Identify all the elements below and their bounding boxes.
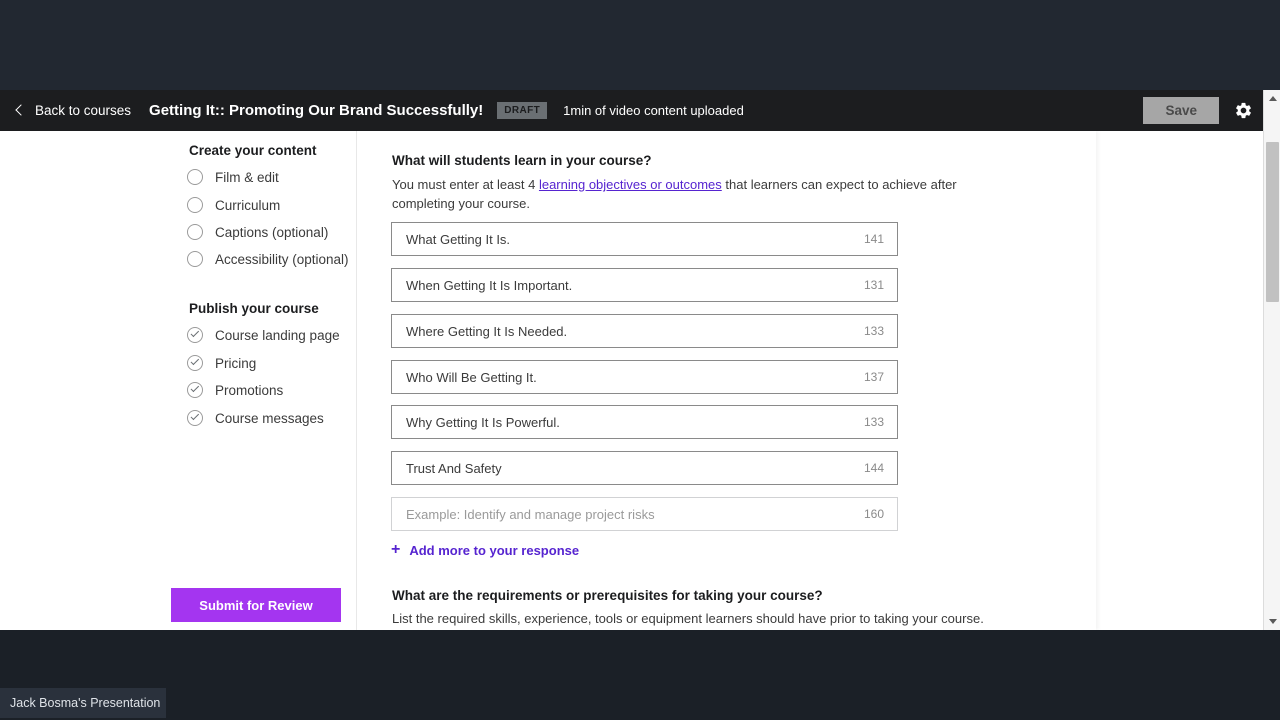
character-counter: 133 — [863, 324, 884, 338]
objective-text: Trust And Safety — [406, 460, 502, 476]
check-circle-icon — [187, 327, 203, 343]
desc-text-before: You must enter at least 4 — [392, 177, 539, 192]
save-button[interactable]: Save — [1143, 97, 1219, 124]
scrollbar-thumb[interactable] — [1266, 142, 1279, 302]
objective-text: What Getting It Is. — [406, 231, 511, 247]
scrollbar[interactable] — [1263, 90, 1280, 630]
taskbar-window-button[interactable]: Jack Bosma's Presentation — [0, 688, 166, 718]
sidebar-item-label: Captions (optional) — [215, 224, 329, 240]
sidebar-item-promotions[interactable]: Promotions — [187, 382, 283, 398]
objective-text: Where Getting It Is Needed. — [406, 323, 568, 339]
taskbar — [0, 688, 1280, 720]
sidebar-item-captions[interactable]: Captions (optional) — [187, 224, 328, 240]
sidebar-group-title-create-your-content: Create your content — [189, 143, 317, 158]
objective-input-row-empty[interactable]: Example: Identify and manage project ris… — [391, 497, 898, 531]
desktop: Back to courses Getting It:: Promoting O… — [0, 0, 1280, 720]
scroll-down-arrow-icon[interactable] — [1264, 613, 1280, 630]
character-counter: 160 — [863, 507, 884, 521]
sidebar-item-course-messages[interactable]: Course messages — [187, 410, 324, 426]
requirements-heading: What are the requirements or prerequisit… — [392, 588, 823, 603]
sidebar-item-pricing[interactable]: Pricing — [187, 355, 256, 371]
sidebar-item-label: Promotions — [215, 382, 284, 398]
back-to-courses-link[interactable]: Back to courses — [14, 103, 131, 118]
objective-text: Who Will Be Getting It. — [406, 369, 537, 385]
check-circle-icon — [187, 382, 203, 398]
page-scroll-area: Create your content Film & edit Curricul… — [0, 131, 1263, 630]
character-counter: 144 — [863, 461, 884, 475]
character-counter: 137 — [863, 370, 884, 384]
submit-for-review-button[interactable]: Submit for Review — [171, 588, 341, 622]
check-circle-icon — [187, 410, 203, 426]
course-checklist-sidebar: Create your content Film & edit Curricul… — [0, 131, 357, 630]
upload-status-text: 1min of video content uploaded — [563, 103, 744, 118]
sidebar-item-accessibility[interactable]: Accessibility (optional) — [187, 251, 349, 267]
objective-input-row[interactable]: Why Getting It Is Powerful. 133 — [391, 405, 898, 439]
circle-empty-icon — [187, 169, 203, 185]
circle-empty-icon — [187, 224, 203, 240]
course-header-bar: Back to courses Getting It:: Promoting O… — [0, 90, 1263, 131]
plus-icon: + — [391, 541, 401, 558]
sidebar-item-label: Course landing page — [215, 327, 340, 343]
content-card: Create your content Film & edit Curricul… — [0, 131, 1096, 630]
browser-viewport: Back to courses Getting It:: Promoting O… — [0, 90, 1280, 630]
sidebar-item-label: Film & edit — [215, 169, 279, 185]
page-title: Getting It:: Promoting Our Brand Success… — [149, 102, 484, 119]
objective-input-row[interactable]: Where Getting It Is Needed. 133 — [391, 314, 898, 348]
header-actions: Save — [1143, 90, 1253, 131]
character-counter: 133 — [863, 415, 884, 429]
desktop-background-top — [0, 0, 1280, 90]
objective-placeholder: Example: Identify and manage project ris… — [406, 506, 655, 522]
objective-input-row[interactable]: When Getting It Is Important. 131 — [391, 268, 898, 302]
main-content: What will students learn in your course?… — [357, 131, 1096, 630]
back-to-courses-label: Back to courses — [35, 103, 132, 118]
requirements-description: List the required skills, experience, to… — [392, 611, 984, 626]
add-more-label: Add more to your response — [409, 542, 580, 558]
learning-objectives-heading: What will students learn in your course? — [392, 153, 652, 168]
chevron-left-icon — [14, 105, 26, 117]
sidebar-item-film-edit[interactable]: Film & edit — [187, 169, 279, 185]
circle-empty-icon — [187, 197, 203, 213]
gear-icon[interactable] — [1233, 101, 1253, 121]
character-counter: 131 — [863, 278, 884, 292]
sidebar-item-label: Curriculum — [215, 197, 281, 213]
sidebar-item-course-landing-page[interactable]: Course landing page — [187, 327, 340, 343]
learning-objectives-link[interactable]: learning objectives or outcomes — [539, 177, 722, 192]
objective-input-row[interactable]: Trust And Safety 144 — [391, 451, 898, 485]
learning-objectives-description: You must enter at least 4 learning objec… — [392, 175, 964, 213]
status-badge: DRAFT — [497, 102, 548, 119]
add-more-response-button[interactable]: + Add more to your response — [391, 542, 579, 558]
objective-input-row[interactable]: What Getting It Is. 141 — [391, 222, 898, 256]
sidebar-item-label: Course messages — [215, 410, 324, 426]
check-circle-icon — [187, 355, 203, 371]
sidebar-group-title-publish-your-course: Publish your course — [189, 301, 319, 316]
objective-input-row[interactable]: Who Will Be Getting It. 137 — [391, 360, 898, 394]
sidebar-item-label: Accessibility (optional) — [215, 251, 349, 267]
character-counter: 141 — [863, 232, 884, 246]
objective-text: When Getting It Is Important. — [406, 277, 573, 293]
circle-empty-icon — [187, 251, 203, 267]
objective-text: Why Getting It Is Powerful. — [406, 414, 560, 430]
sidebar-item-label: Pricing — [215, 355, 257, 371]
sidebar-item-curriculum[interactable]: Curriculum — [187, 197, 280, 213]
scroll-up-arrow-icon[interactable] — [1264, 90, 1280, 107]
